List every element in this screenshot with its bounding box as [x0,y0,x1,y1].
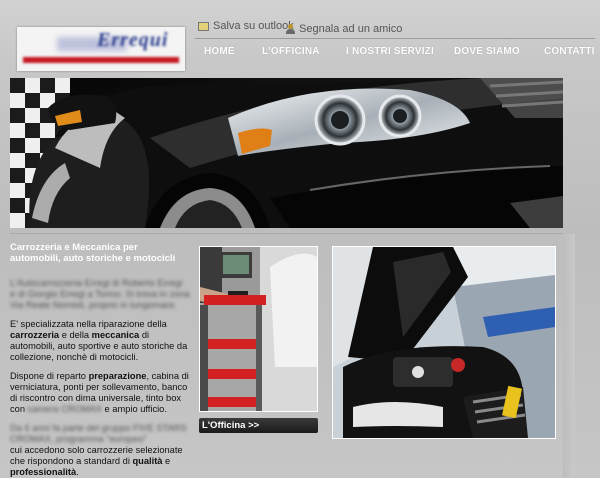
car-headlight-illustration [10,78,563,228]
recommend-label: Segnala ad un amico [299,23,403,35]
text-run: E' specializzata nella riparazione della [10,319,167,329]
intro-blurred-paragraph: L'Autocarrozzeria Erregi di Roberto Erre… [10,278,190,310]
text-run: e [162,456,171,466]
nav-divider [195,38,595,39]
officina-link-button[interactable]: L'Officina >> [199,418,318,433]
text-bold: professionalità [10,467,77,477]
content-divider [10,233,563,234]
friend-icon [286,24,295,34]
text-run: . [76,467,79,477]
hero-banner-image [10,78,563,228]
nav-contatti[interactable]: CONTATTI [544,46,595,57]
text-blurred: camera CROMAX [27,404,102,414]
intro-text: Carrozzeria e Meccanica per automobili, … [10,242,190,478]
workstation-illustration [200,247,317,411]
intro-heading: Carrozzeria e Meccanica per automobili, … [10,242,176,264]
main-nav: HOME L'OFFICINA I NOSTRI SERVIZI DOVE SI… [0,46,600,60]
intro-paragraph-specialization: E' specializzata nella riparazione della… [10,319,190,363]
recommend-friend-link[interactable]: Segnala ad un amico [286,23,402,35]
nav-home[interactable]: HOME [204,46,235,57]
save-outlook-label: Salva su outlook [213,20,294,32]
outlook-icon [198,21,209,31]
nav-servizi[interactable]: I NOSTRI SERVIZI [346,46,434,57]
intro-paragraph-equipment: Dispone di reparto preparazione, cabina … [10,371,190,415]
text-bold: qualità [132,456,163,466]
text-run: Dispone di reparto [10,371,89,381]
text-bold: carrozzeria [10,330,60,340]
right-edge-shade [563,234,575,478]
text-bold: preparazione [88,371,147,381]
text-run: e della [59,330,92,340]
text-run: e ampio ufficio. [101,404,167,414]
engine-bay-photo [332,246,556,439]
text-bold: meccanica [91,330,140,340]
officina-photo[interactable] [199,246,318,412]
nav-officina[interactable]: L'OFFICINA [262,46,320,57]
nav-dove-siamo[interactable]: DOVE SIAMO [454,46,520,57]
text-blurred: Da 6 anni fa parte del gruppo FIVE STARS… [10,423,187,444]
engine-bay-illustration [333,247,555,438]
save-outlook-link[interactable]: Salva su outlook [198,20,294,32]
intro-paragraph-group: Da 6 anni fa parte del gruppo FIVE STARS… [10,423,190,478]
